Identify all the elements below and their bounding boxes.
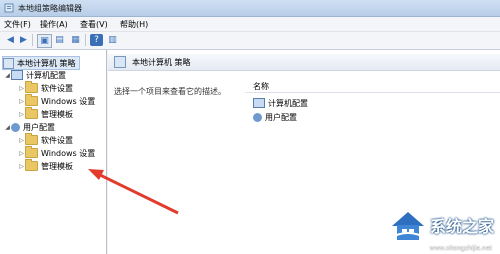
tree-item-windows-settings[interactable]: ▷ Windows 设置 — [18, 94, 96, 107]
tree-label: 计算机配置 — [26, 70, 66, 80]
folder-icon — [25, 133, 38, 145]
details-header: 本地计算机 策略 — [108, 54, 500, 71]
column-label: 名称 — [253, 82, 269, 91]
watermark-brand: 系统之家 — [429, 217, 494, 236]
menu-help[interactable]: 帮助(H) — [120, 19, 148, 30]
toolbar-divider — [85, 34, 86, 46]
expand-triangle-icon[interactable]: ▷ — [18, 163, 25, 170]
watermark: 系统之家 — [388, 208, 494, 242]
forward-icon[interactable]: ▶ — [17, 34, 30, 46]
tree-item-user-software-settings[interactable]: ▷ 软件设置 — [18, 133, 73, 146]
expand-triangle-icon[interactable]: ▷ — [18, 111, 25, 118]
tree-label: 管理模板 — [41, 161, 73, 171]
help-icon[interactable]: ? — [90, 34, 103, 46]
window-title: 本地组策略编辑器 — [18, 4, 82, 13]
tree-item-software-settings[interactable]: ▷ 软件设置 — [18, 81, 73, 94]
folder-icon — [25, 94, 38, 106]
computer-icon — [11, 70, 23, 80]
toolbar-divider — [32, 34, 33, 46]
list-item-label: 用户配置 — [265, 112, 297, 122]
tree-item-user-admin-templates[interactable]: ▷ 管理模板 — [18, 159, 73, 172]
tree-item-user-windows-settings[interactable]: ▷ Windows 设置 — [18, 146, 96, 159]
list-item[interactable]: 计算机配置 — [253, 97, 308, 109]
details-title: 本地计算机 策略 — [132, 57, 191, 67]
collapse-triangle-icon[interactable]: ◢ — [4, 124, 11, 131]
tree-label: 用户配置 — [23, 122, 55, 132]
folder-icon — [25, 107, 38, 119]
watermark-url: www.xitongzhijia.net — [429, 245, 492, 252]
menu-file[interactable]: 文件(F) — [4, 19, 31, 30]
tree-item-root[interactable]: 本地计算机 策略 — [2, 56, 80, 70]
toolbar: ◀ ▶ ▣ ▤ ▦ ? ▥ — [0, 32, 500, 50]
export-list-icon[interactable]: ▦ — [69, 34, 82, 46]
menu-view[interactable]: 查看(V) — [80, 19, 108, 30]
title-bar: 本地组策略编辑器 — [0, 0, 500, 17]
show-hide-tree-icon[interactable]: ▣ — [37, 34, 52, 48]
tree-label: Windows 设置 — [41, 148, 96, 158]
description-text: 选择一个项目来查看它的描述。 — [114, 87, 226, 96]
tree-item-admin-templates[interactable]: ▷ 管理模板 — [18, 107, 73, 120]
folder-icon — [25, 81, 38, 93]
user-icon — [253, 112, 262, 122]
house-logo-icon — [388, 208, 428, 242]
tree-label: 软件设置 — [41, 83, 73, 93]
policy-icon — [3, 57, 14, 69]
policy-icon — [114, 56, 126, 68]
tree-label: 本地计算机 策略 — [17, 58, 76, 68]
expand-triangle-icon[interactable]: ▷ — [18, 98, 25, 105]
tree-label: 软件设置 — [41, 135, 73, 145]
expand-triangle-icon[interactable]: ▷ — [18, 150, 25, 157]
list-item[interactable]: 用户配置 — [253, 111, 297, 123]
menu-action[interactable]: 操作(A) — [40, 19, 68, 30]
user-icon — [11, 122, 20, 132]
properties-icon[interactable]: ▥ — [106, 34, 119, 46]
list-item-label: 计算机配置 — [268, 98, 308, 108]
menu-bar: 文件(F) 操作(A) 查看(V) 帮助(H) — [0, 17, 500, 32]
expand-triangle-icon[interactable]: ▷ — [18, 137, 25, 144]
folder-icon — [25, 159, 38, 171]
back-icon[interactable]: ◀ — [4, 34, 17, 46]
tree-item-user-config[interactable]: ◢ 用户配置 — [4, 121, 55, 133]
tree-label: Windows 设置 — [41, 96, 96, 106]
expand-triangle-icon[interactable]: ▷ — [18, 85, 25, 92]
folder-icon — [25, 146, 38, 158]
up-one-level-icon[interactable]: ▤ — [53, 34, 66, 46]
computer-icon — [253, 98, 265, 108]
policy-editor-icon — [4, 3, 14, 13]
column-header-name[interactable]: 名称 — [245, 78, 500, 93]
collapse-triangle-icon[interactable]: ◢ — [4, 72, 11, 79]
tree-item-computer-config[interactable]: ◢ 计算机配置 — [4, 69, 66, 81]
tree-pane: 本地计算机 策略 ◢ 计算机配置 ▷ 软件设置 ▷ Windows 设置 ▷ 管… — [0, 50, 107, 254]
tree-label: 管理模板 — [41, 109, 73, 119]
